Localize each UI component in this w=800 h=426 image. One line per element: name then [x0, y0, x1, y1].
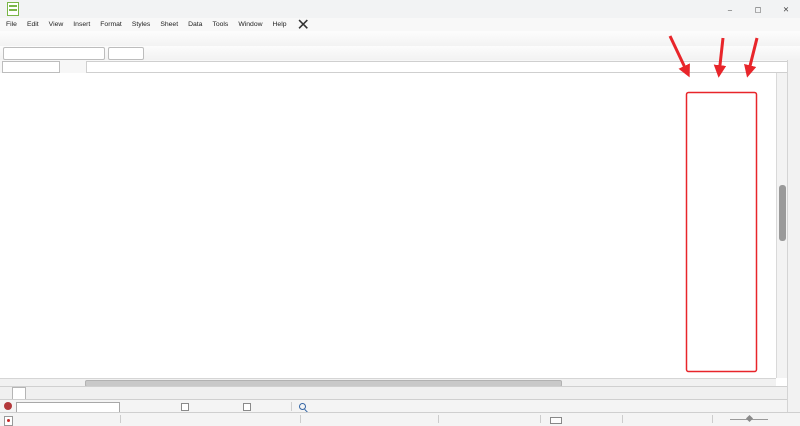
calc-app-icon: [7, 2, 19, 16]
sidebar-tab-strip: [787, 60, 800, 412]
menubar: File Edit View Insert Format Styles Sheet Data T…: [0, 18, 800, 32]
find-and-replace-icon[interactable]: [298, 402, 307, 411]
formatting-toolbar: [0, 46, 800, 61]
vertical-scrollbar-thumb[interactable]: [779, 185, 786, 241]
menu-tools[interactable]: Tools: [212, 21, 228, 28]
spreadsheet-grid: [0, 73, 776, 378]
close-button[interactable]: ✕: [772, 0, 800, 18]
divider: [120, 415, 121, 423]
menu-help[interactable]: Help: [273, 21, 287, 28]
menu-file[interactable]: File: [6, 21, 17, 28]
divider: [300, 415, 301, 423]
maximize-button[interactable]: ▢: [744, 0, 772, 18]
close-find-bar-button[interactable]: [4, 402, 12, 410]
name-box[interactable]: [2, 61, 60, 73]
divider: [438, 415, 439, 423]
divider: [291, 402, 292, 411]
menu-view[interactable]: View: [49, 21, 64, 28]
formula-bar: [0, 60, 800, 74]
formatted-display-checkbox[interactable]: [181, 403, 191, 411]
menu-window[interactable]: Window: [238, 21, 262, 28]
formula-input[interactable]: [86, 61, 792, 73]
standard-toolbar: [0, 31, 800, 47]
sheet-tab-bar: [0, 386, 800, 400]
document-modified-icon: [4, 416, 13, 426]
font-name-combo[interactable]: [3, 47, 105, 60]
menu-format[interactable]: Format: [100, 21, 122, 28]
title-bar: –▢✕: [0, 0, 800, 19]
divider: [540, 415, 541, 423]
menu-insert[interactable]: Insert: [73, 21, 90, 28]
find-toolbar: [0, 399, 800, 413]
menu-data[interactable]: Data: [188, 21, 202, 28]
insert-mode-icon: [550, 417, 562, 424]
font-size-combo[interactable]: [108, 47, 144, 60]
match-case-checkbox[interactable]: [243, 403, 253, 411]
menu-sheet[interactable]: Sheet: [160, 21, 178, 28]
menu-edit[interactable]: Edit: [27, 21, 39, 28]
minimize-button[interactable]: –: [716, 0, 744, 18]
divider: [622, 415, 623, 423]
zoom-slider-thumb[interactable]: [746, 415, 753, 422]
window-controls: –▢✕: [716, 0, 800, 18]
menu-styles[interactable]: Styles: [132, 21, 151, 28]
divider: [712, 415, 713, 423]
column-headers: [0, 73, 776, 84]
libreoffice-calc-window: –▢✕ File Edit View Insert Format Styles Sheet D…: [0, 0, 800, 425]
status-bar: [0, 412, 800, 426]
